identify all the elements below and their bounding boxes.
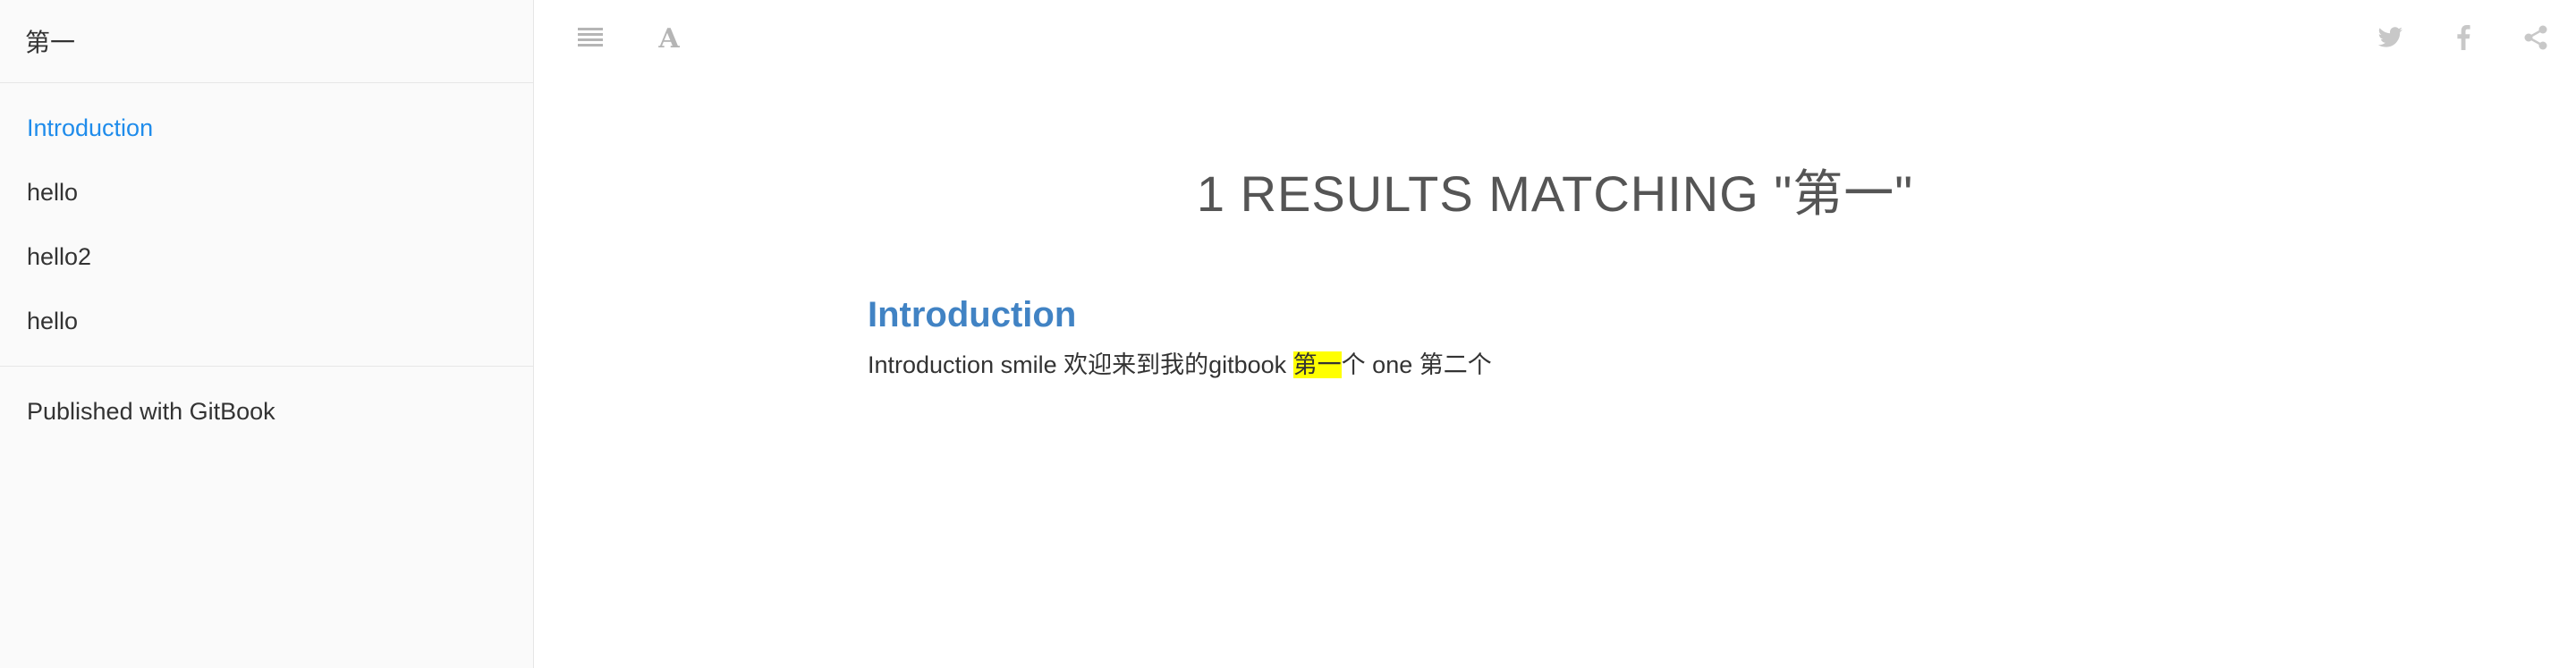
sidebar-item-hello-2[interactable]: hello — [0, 289, 533, 353]
font-settings-icon-glyph: A — [657, 24, 680, 51]
menu-icon[interactable] — [572, 20, 608, 55]
published-with-gitbook-link[interactable]: Published with GitBook — [0, 367, 533, 456]
excerpt-text-before: Introduction smile 欢迎来到我的gitbook — [868, 351, 1293, 378]
sidebar-item-introduction[interactable]: Introduction — [0, 96, 533, 160]
search-result-excerpt: Introduction smile 欢迎来到我的gitbook 第一个 one… — [868, 347, 2209, 383]
sidebar-item-hello[interactable]: hello — [0, 160, 533, 224]
share-icon[interactable] — [2518, 20, 2554, 55]
excerpt-text-after: 个 one 第二个 — [1341, 351, 1492, 378]
gitbook-app: Introduction hello hello2 hello Publishe… — [0, 0, 2576, 668]
font-settings-icon[interactable]: A — [651, 20, 687, 55]
search-result-title-link[interactable]: Introduction — [868, 288, 2209, 342]
share-icon-glyph — [2524, 25, 2547, 50]
twitter-icon-glyph — [2378, 27, 2402, 47]
sidebar-item-hello2[interactable]: hello2 — [0, 224, 533, 289]
sidebar: Introduction hello hello2 hello Publishe… — [0, 0, 534, 668]
twitter-icon[interactable] — [2373, 20, 2409, 55]
summary-nav: Introduction hello hello2 hello — [0, 83, 533, 367]
svg-text:A: A — [657, 24, 680, 51]
menu-icon-glyph — [578, 28, 603, 47]
search-input[interactable] — [21, 16, 512, 66]
search-result-item: Introduction Introduction smile 欢迎来到我的gi… — [868, 288, 2209, 383]
facebook-icon[interactable] — [2445, 20, 2481, 55]
search-match-highlight: 第一 — [1292, 351, 1342, 378]
search-results-heading: 1 RESULTS MATCHING "第一" — [1196, 165, 1914, 222]
search-box — [0, 0, 533, 83]
facebook-icon-glyph — [2457, 25, 2470, 50]
